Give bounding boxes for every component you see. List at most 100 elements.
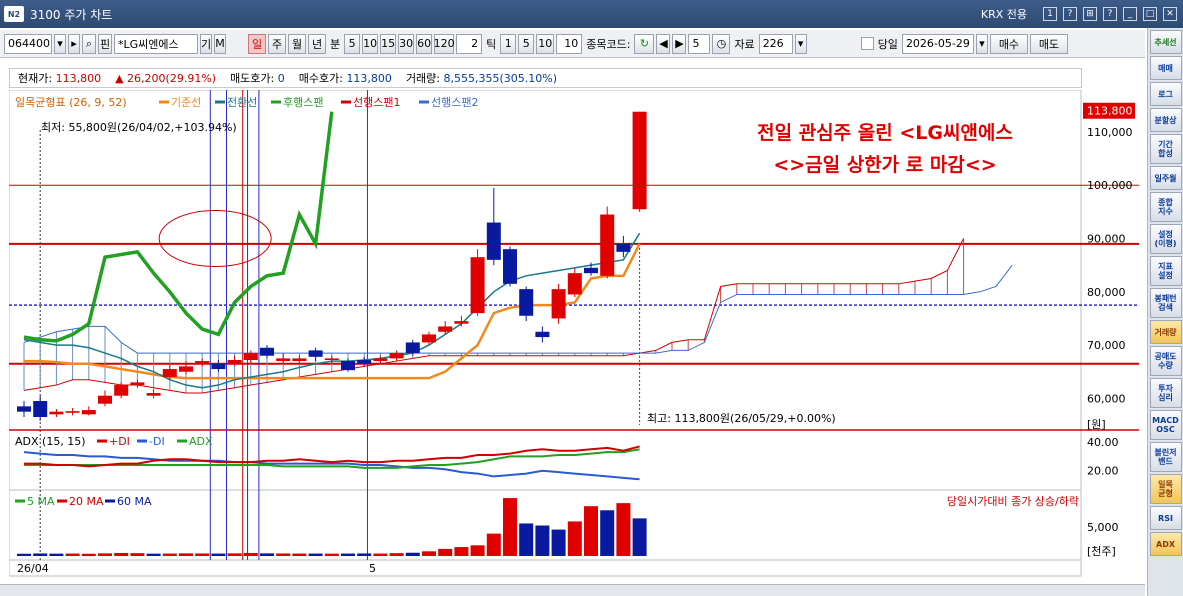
legend-label: 선행스팬2 xyxy=(431,96,478,109)
candle xyxy=(276,358,291,362)
date-input[interactable]: 2026-05-29 xyxy=(901,33,974,54)
current-price-tag-label: 113,800 xyxy=(1087,105,1133,118)
volume-bar xyxy=(98,553,112,556)
period-month-button[interactable]: 월 xyxy=(288,33,306,54)
candle xyxy=(227,360,242,364)
prev-icon[interactable]: ◀ xyxy=(656,33,671,54)
tick-5-button[interactable]: 5 xyxy=(518,33,535,54)
flag-gi-button[interactable]: 기 xyxy=(200,33,212,54)
refresh-icon[interactable]: ↻ xyxy=(634,33,655,54)
volume-bar xyxy=(17,553,31,556)
tick-10-button[interactable]: 10 xyxy=(536,33,555,54)
same-day-label: 당일 xyxy=(877,37,898,51)
help-icon[interactable]: ? xyxy=(1063,7,1077,21)
date-dropdown-icon[interactable]: ▾ xyxy=(975,33,988,54)
candle xyxy=(616,243,631,252)
minute-15-button[interactable]: 15 xyxy=(380,33,397,54)
stock-dropdown-icon[interactable]: ▾ xyxy=(54,33,66,54)
volume-bar xyxy=(486,533,501,556)
window-title: 3100 주가 차트 xyxy=(30,7,113,22)
adx-legend-label: ADX xyxy=(189,435,213,448)
search-icon[interactable]: ⌕ xyxy=(82,33,96,54)
same-day-checkbox[interactable] xyxy=(860,37,874,50)
help-icon-2[interactable]: ? xyxy=(1103,7,1117,21)
sidebar-volume[interactable]: 거래량 xyxy=(1149,320,1182,344)
price-change-value: 26,200(29.91%) xyxy=(127,71,217,85)
stock-name-field[interactable]: *LG씨엔에스 xyxy=(114,33,198,54)
minute-5-button[interactable]: 5 xyxy=(344,33,361,54)
sidebar-rsi[interactable]: RSI xyxy=(1149,506,1182,530)
tick-1-button[interactable]: 1 xyxy=(500,33,517,54)
sidebar-period-merge[interactable]: 기간 합성 xyxy=(1149,134,1182,164)
sidebar-adx[interactable]: ADX xyxy=(1149,532,1182,556)
stock-code-input[interactable]: 064400 xyxy=(4,33,52,54)
volume-bar xyxy=(389,553,404,556)
tick-input[interactable]: 2 xyxy=(456,33,483,54)
volume-bar xyxy=(195,553,210,556)
volume-bar xyxy=(438,548,453,556)
sidebar-trend[interactable]: 추세선 xyxy=(1149,30,1182,54)
sidebar-macd[interactable]: MACD OSC xyxy=(1149,410,1182,440)
minute-10-button[interactable]: 10 xyxy=(362,33,379,54)
volume-bar xyxy=(130,553,145,556)
flag-m-button[interactable]: M xyxy=(214,33,226,54)
count-input[interactable]: 10 xyxy=(556,33,583,54)
data-count-input[interactable]: 226 xyxy=(758,33,793,54)
chart-toolbar: 064400 ▾ ▸ ⌕ 핀 *LG씨엔에스 기 M 일 주 월 년 분 5 1… xyxy=(0,30,1145,58)
clock-icon[interactable]: ◷ xyxy=(712,33,731,54)
sidebar-bollinger[interactable]: 볼린저 밴드 xyxy=(1149,442,1182,472)
volume-bar xyxy=(33,553,48,556)
price-tick-label: 100,000 xyxy=(1087,179,1133,192)
grid-icon[interactable]: ⊞ xyxy=(1083,7,1097,21)
price-unit-label: [원] xyxy=(1087,418,1106,431)
current-price-label: 현재가: xyxy=(18,72,53,85)
volume-bar xyxy=(551,529,566,556)
price-tick-label: 90,000 xyxy=(1087,233,1126,246)
volume-bar xyxy=(65,553,80,556)
volume-bar xyxy=(243,552,258,556)
sell-button[interactable]: 매도 xyxy=(1029,33,1068,54)
fund-icon[interactable]: 핀 xyxy=(98,33,112,54)
volume-bar xyxy=(227,553,242,556)
window-btn-1[interactable]: 1 xyxy=(1043,7,1057,21)
candle xyxy=(357,360,372,364)
sidebar-pattern-search[interactable]: 봉패턴 검색 xyxy=(1149,288,1182,318)
sidebar-supply[interactable]: 공매도 수량 xyxy=(1149,346,1182,376)
sidebar-indicator-settings[interactable]: 지표 설정 xyxy=(1149,256,1182,286)
sidebar-log[interactable]: 로그 xyxy=(1149,82,1182,106)
sidebar-day-week[interactable]: 일주월 xyxy=(1149,166,1182,190)
adx-title: ADX (15, 15) xyxy=(15,435,86,448)
price-info-bar: 현재가: 113,800 ▲ 26,200(29.91%) 매도호가: 0 매수… xyxy=(9,68,1082,88)
period-year-button[interactable]: 년 xyxy=(308,33,326,54)
minute-60-button[interactable]: 60 xyxy=(416,33,433,54)
volume-bar xyxy=(584,506,598,556)
sidebar-ichimoku[interactable]: 일목 균형 xyxy=(1149,474,1182,504)
sidebar-trade[interactable]: 매매 xyxy=(1149,56,1182,80)
volume-bar xyxy=(373,553,388,556)
sidebar-split[interactable]: 분할상 xyxy=(1149,108,1182,132)
window-titlebar: N2 3100 주가 차트 KRX 전용 1 ? ⊞ ? _ □ ✕ xyxy=(0,0,1183,28)
volume-group: 거래량: 8,555,355(305.10%) xyxy=(406,70,557,86)
minute-30-button[interactable]: 30 xyxy=(398,33,415,54)
period-day-button[interactable]: 일 xyxy=(248,33,266,54)
buy-button[interactable]: 매수 xyxy=(989,33,1028,54)
sidebar-settings[interactable]: 설정 (이평) xyxy=(1149,224,1182,254)
candle xyxy=(567,273,582,295)
maximize-button[interactable]: □ xyxy=(1143,7,1157,21)
minute-120-button[interactable]: 120 xyxy=(434,33,455,54)
page-input[interactable]: 5 xyxy=(688,33,711,54)
volume-bar xyxy=(341,553,355,556)
data-count-dropdown-icon[interactable]: ▾ xyxy=(794,33,807,54)
period-week-button[interactable]: 주 xyxy=(268,33,286,54)
volume-note: 당일시가대비 종가 상승/하락 xyxy=(947,494,1079,508)
close-button[interactable]: ✕ xyxy=(1163,7,1177,21)
next-icon[interactable]: ▶ xyxy=(672,33,687,54)
horizontal-scrollbar[interactable] xyxy=(0,584,1145,596)
sidebar-psych[interactable]: 투자 심리 xyxy=(1149,378,1182,408)
minimize-button[interactable]: _ xyxy=(1123,7,1137,21)
sidebar-composite[interactable]: 종합 지수 xyxy=(1149,192,1182,222)
next-stock-icon[interactable]: ▸ xyxy=(68,33,80,54)
candle xyxy=(535,331,550,338)
volume-bar xyxy=(146,553,161,556)
candle xyxy=(130,382,145,386)
